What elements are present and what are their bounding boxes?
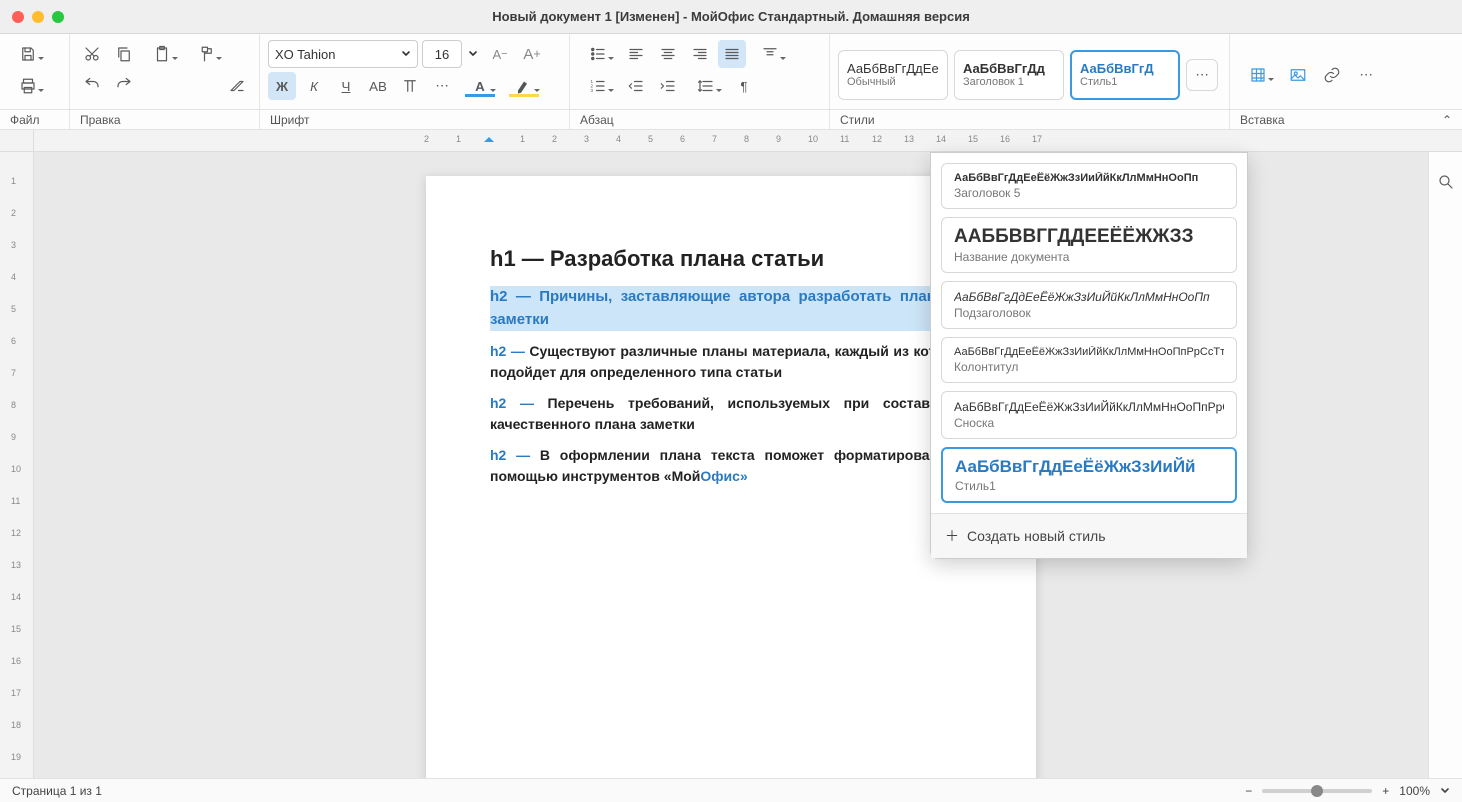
plus-icon: ＋ — [945, 526, 959, 546]
minimize-window-button[interactable] — [32, 11, 44, 23]
popup-style-Заголовок 5[interactable]: АаБбВвГгДдЕеЁёЖжЗзИиЙйКкЛлМмНнОоПпЗаголо… — [941, 163, 1237, 209]
maximize-window-button[interactable] — [52, 11, 64, 23]
group-styles: АаБбВвГгДдЕеОбычныйАаБбВвГгДдЗаголовок 1… — [830, 34, 1230, 109]
doc-p3[interactable]: h2 — В оформлении плана текста поможет ф… — [490, 445, 972, 487]
clear-format-button[interactable] — [223, 72, 251, 100]
bullet-list-button[interactable] — [578, 40, 618, 68]
paste-button[interactable] — [142, 40, 182, 68]
label-insert: Вставка ⌃ — [1230, 110, 1462, 129]
style-card-Заголовок 1[interactable]: АаБбВвГгДдЗаголовок 1 — [954, 50, 1064, 100]
style-card-Обычный[interactable]: АаБбВвГгДдЕеОбычный — [838, 50, 948, 100]
close-window-button[interactable] — [12, 11, 24, 23]
label-styles: Стили — [830, 110, 1230, 129]
more-insert-button[interactable]: ⋯ — [1352, 61, 1380, 89]
label-paragraph: Абзац — [570, 110, 830, 129]
align-left-button[interactable] — [622, 40, 650, 68]
zoom-out-button[interactable]: − — [1245, 784, 1252, 798]
zoom-value: 100% — [1399, 784, 1430, 798]
doc-p1[interactable]: h2 — Существуют различные планы материал… — [490, 341, 972, 383]
section-labels: Файл Правка Шрифт Абзац Стили Вставка ⌃ — [0, 110, 1462, 130]
group-font: XO Tahion 16 A− A+ Ж К Ч АВ ⋯ A — [260, 34, 570, 109]
styles-popup: АаБбВвГгДдЕеЁёЖжЗзИиЙйКкЛлМмНнОоПпЗаголо… — [930, 152, 1248, 559]
search-icon[interactable] — [1432, 168, 1460, 196]
nonprinting-chars-button[interactable]: ¶ — [730, 72, 758, 100]
increase-indent-button[interactable] — [654, 72, 682, 100]
doc-h1[interactable]: h1 — Разработка плана статьи — [490, 246, 972, 272]
all-caps-button[interactable] — [396, 72, 424, 100]
window-controls — [12, 11, 64, 23]
insert-table-button[interactable] — [1238, 61, 1278, 89]
label-font: Шрифт — [260, 110, 570, 129]
format-painter-button[interactable] — [186, 40, 226, 68]
zoom-controls: − + 100% — [1245, 784, 1450, 798]
ruler-horizontal: 211234567891011121314151617 — [0, 130, 1462, 152]
doc-p2[interactable]: h2 — Перечень требований, используемых п… — [490, 393, 972, 435]
popup-style-Название документа[interactable]: ААББВВГГДДЕЕЁЁЖЖЗЗНазвание документа — [941, 217, 1237, 273]
toolbar: XO Tahion 16 A− A+ Ж К Ч АВ ⋯ A — [0, 34, 1462, 110]
decrease-indent-button[interactable] — [622, 72, 650, 100]
popup-style-Подзаголовок[interactable]: АаБбВвГгДдЕеЁёЖжЗзИиЙйКкЛлМмНнОоПпПодзаг… — [941, 281, 1237, 329]
popup-style-Сноска[interactable]: АаБбВвГгДдЕеЁёЖжЗзИиЙйКкЛлМмНнОоПпРрССно… — [941, 391, 1237, 439]
titlebar: Новый документ 1 [Изменен] - МойОфис Ста… — [0, 0, 1462, 34]
font-size-select[interactable]: 16 — [422, 40, 462, 68]
line-spacing-button[interactable] — [686, 72, 726, 100]
group-insert: ⋯ — [1230, 34, 1462, 109]
decrease-font-button[interactable]: A− — [486, 40, 514, 68]
more-styles-button[interactable]: ⋯ — [1186, 59, 1218, 91]
undo-button[interactable] — [78, 72, 106, 100]
copy-button[interactable] — [110, 40, 138, 68]
zoom-in-button[interactable]: + — [1382, 784, 1389, 798]
zoom-dropdown-icon[interactable] — [1440, 786, 1450, 796]
page-indicator: Страница 1 из 1 — [12, 784, 102, 798]
style-card-Стиль1[interactable]: АаБбВвГгДСтиль1 — [1070, 50, 1180, 100]
ruler-vertical: 12345678910111213141516171819 — [0, 152, 34, 778]
insert-image-button[interactable] — [1284, 61, 1312, 89]
print-button[interactable] — [8, 72, 48, 100]
strikethrough-button[interactable]: АВ — [364, 72, 392, 100]
main-area: 12345678910111213141516171819 h1 — Разра… — [0, 152, 1462, 778]
vertical-align-button[interactable] — [750, 40, 790, 68]
font-family-value: XO Tahion — [275, 47, 335, 62]
numbered-list-button[interactable]: 123 — [578, 72, 618, 100]
align-center-button[interactable] — [654, 40, 682, 68]
italic-button[interactable]: К — [300, 72, 328, 100]
doc-h2-selected[interactable]: h2 — Причины, заставляющие автора разраб… — [490, 286, 972, 331]
create-style-button[interactable]: ＋ Создать новый стиль — [931, 513, 1247, 558]
align-justify-button[interactable] — [718, 40, 746, 68]
popup-style-Колонтитул[interactable]: АаБбВвГгДдЕеЁёЖжЗзИиЙйКкЛлМмНнОоПпРрСсТт… — [941, 337, 1237, 383]
label-file: Файл — [0, 110, 70, 129]
collapse-ribbon-icon[interactable]: ⌃ — [1442, 113, 1452, 127]
increase-font-button[interactable]: A+ — [518, 40, 546, 68]
statusbar: Страница 1 из 1 − + 100% — [0, 778, 1462, 802]
font-color-button[interactable]: A — [460, 72, 500, 100]
right-sidebar — [1428, 152, 1462, 778]
window-title: Новый документ 1 [Изменен] - МойОфис Ста… — [492, 9, 970, 24]
group-file — [0, 34, 70, 109]
underline-button[interactable]: Ч — [332, 72, 360, 100]
group-edit — [70, 34, 260, 109]
align-right-button[interactable] — [686, 40, 714, 68]
highlight-color-button[interactable] — [504, 72, 544, 100]
label-edit: Правка — [70, 110, 260, 129]
font-size-dropdown[interactable] — [464, 40, 482, 68]
svg-text:3: 3 — [591, 88, 594, 93]
zoom-slider[interactable] — [1262, 789, 1372, 793]
insert-link-button[interactable] — [1318, 61, 1346, 89]
group-paragraph: 123 ¶ — [570, 34, 830, 109]
bold-button[interactable]: Ж — [268, 72, 296, 100]
save-button[interactable] — [8, 40, 48, 68]
font-family-select[interactable]: XO Tahion — [268, 40, 418, 68]
popup-style-Стиль1[interactable]: АаБбВвГгДдЕеЁёЖжЗзИиЙйСтиль1 — [941, 447, 1237, 503]
more-font-button[interactable]: ⋯ — [428, 72, 456, 100]
cut-button[interactable] — [78, 40, 106, 68]
redo-button[interactable] — [110, 72, 138, 100]
